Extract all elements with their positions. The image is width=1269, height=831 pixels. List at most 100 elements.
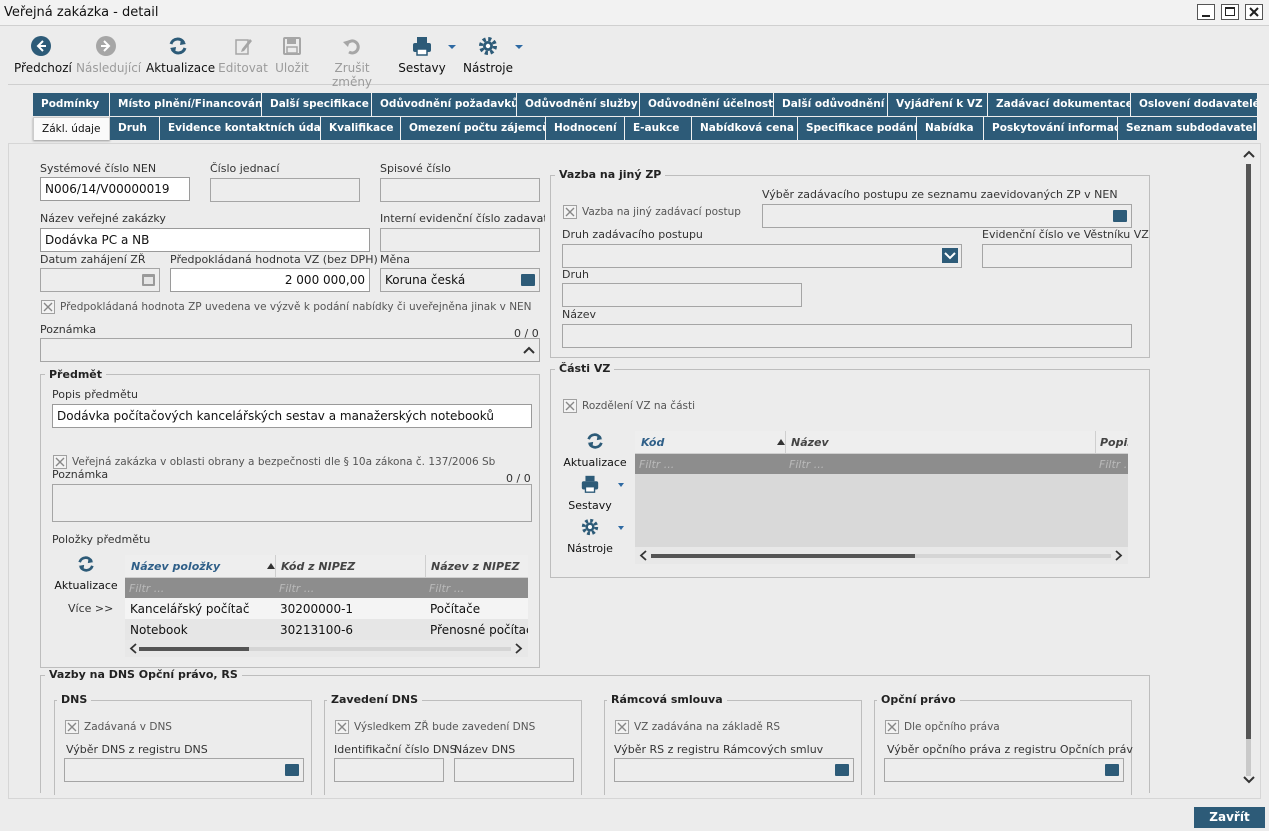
previous-button[interactable]: Předchozí — [14, 35, 72, 75]
tab-vyjadreni-k-vz[interactable]: Vyjádření k VZ — [888, 93, 988, 116]
calendar-icon[interactable] — [142, 274, 155, 286]
column-header-code[interactable]: Kód — [641, 436, 664, 449]
tab-druh[interactable]: Druh — [110, 117, 160, 140]
horizontal-scrollbar[interactable] — [125, 640, 528, 657]
scroll-up-icon[interactable] — [1243, 149, 1255, 159]
tools-dropdown-icon[interactable] — [515, 45, 523, 49]
column-header-name[interactable]: Název — [791, 436, 829, 449]
dns-checkbox[interactable] — [65, 720, 79, 734]
dns-intro-checkbox[interactable] — [335, 720, 349, 734]
reports-dropdown-icon[interactable] — [448, 45, 456, 49]
tab-oduvodneni-sluzby[interactable]: Odůvodnění služby — [517, 93, 640, 116]
note-field[interactable] — [40, 338, 540, 362]
parts-refresh-button[interactable]: Aktualizace — [562, 431, 628, 469]
reports-button[interactable]: Sestavy — [398, 35, 446, 75]
subject-description-field[interactable]: Dodávka počítačových kancelářských sesta… — [52, 404, 532, 428]
minimize-button[interactable] — [1197, 4, 1215, 20]
maximize-button[interactable] — [1221, 4, 1239, 20]
tab-osloveni-dodavatele[interactable]: Oslovení dodavatelé — [1131, 93, 1258, 116]
tab-hodnoceni[interactable]: Hodnocení — [546, 117, 625, 140]
scroll-left-icon[interactable] — [129, 643, 137, 654]
framework-checkbox[interactable] — [615, 720, 629, 734]
vertical-scrollbar[interactable] — [1241, 147, 1257, 790]
column-header-item-name[interactable]: Název položky — [131, 560, 220, 573]
option-select-field[interactable] — [884, 758, 1124, 782]
filter-nipez-name[interactable]: Filtr ... — [429, 582, 464, 595]
tab-omezeni-poctu-zajemcu[interactable]: Omezení počtu zájemců — [401, 117, 546, 140]
tab-poskytovani-informaci[interactable]: Poskytování informací — [984, 117, 1118, 140]
journal-number-field[interactable] — [982, 244, 1132, 268]
list-picker-icon[interactable] — [835, 764, 849, 776]
defense-checkbox[interactable] — [53, 455, 67, 469]
scroll-left-icon[interactable] — [639, 550, 647, 561]
list-picker-icon[interactable] — [521, 274, 535, 286]
tab-misto-plneni[interactable]: Místo plnění/Financování — [110, 93, 262, 116]
tab-nabidkova-cena[interactable]: Nabídková cena — [692, 117, 798, 140]
tab-dalsi-oduvodneni[interactable]: Další odůvodnění — [774, 93, 888, 116]
currency-field[interactable]: Koruna česká — [380, 268, 540, 292]
link-select-field[interactable] — [762, 204, 1132, 228]
next-button[interactable]: Následující — [76, 35, 141, 75]
parts-reports-dropdown-icon[interactable] — [618, 483, 624, 487]
system-number-field[interactable]: N006/14/V00000019 — [40, 177, 190, 201]
tab-oduvodneni-pozadavku[interactable]: Odůvodnění požadavků — [372, 93, 517, 116]
option-checkbox[interactable] — [885, 720, 899, 734]
column-header-nipez-name[interactable]: Název z NIPEZ — [431, 560, 520, 573]
tab-evidence-kontaktnich-udaju[interactable]: Evidence kontaktních údajů — [160, 117, 321, 140]
link-type-field[interactable] — [562, 283, 802, 307]
link-name-field[interactable] — [562, 324, 1132, 348]
dns-select-field[interactable] — [64, 758, 304, 782]
procedure-kind-select[interactable] — [562, 244, 962, 268]
parts-checkbox[interactable] — [563, 399, 577, 413]
list-picker-icon[interactable] — [1105, 764, 1119, 776]
chevron-down-icon[interactable] — [942, 248, 958, 263]
estimated-value-field[interactable]: 2 000 000,00 — [170, 268, 370, 292]
tab-dalsi-specifikace[interactable]: Další specifikace — [262, 93, 372, 116]
items-refresh-button[interactable]: Aktualizace — [52, 554, 120, 592]
filter-nipez-code[interactable]: Filtr ... — [279, 582, 314, 595]
list-picker-icon[interactable] — [285, 764, 299, 776]
link-checkbox[interactable] — [563, 205, 577, 219]
tab-e-aukce[interactable]: E-aukce — [625, 117, 692, 140]
tab-kvalifikace[interactable]: Kvalifikace — [321, 117, 401, 140]
close-window-button[interactable] — [1245, 4, 1263, 20]
tab-seznam-subdodavatelu[interactable]: Seznam subdodavatelů — [1118, 117, 1258, 140]
filter-description[interactable]: Filtr ... — [1099, 458, 1128, 471]
internal-number-field[interactable] — [380, 228, 540, 252]
tab-oduvodneni-ucelnosti[interactable]: Odůvodnění účelnosti — [640, 93, 774, 116]
table-row[interactable]: Kancelářský počítač 30200000-1 Počítače — [125, 598, 528, 619]
tab-podminky[interactable]: Podmínky — [33, 93, 110, 116]
parts-reports-button[interactable]: Sestavy — [566, 474, 614, 512]
column-header-description[interactable]: Popis — [1100, 436, 1128, 449]
parts-tools-dropdown-icon[interactable] — [618, 526, 624, 530]
scrollbar-thumb[interactable] — [651, 554, 915, 558]
chevron-up-icon[interactable] — [523, 345, 535, 355]
file-number-field[interactable] — [380, 178, 540, 202]
filter-name[interactable]: Filtr ... — [789, 458, 824, 471]
save-button[interactable]: Uložit — [274, 35, 310, 75]
reference-number-field[interactable] — [210, 178, 360, 202]
tools-button[interactable]: Nástroje — [462, 35, 514, 75]
scroll-right-icon[interactable] — [1115, 550, 1123, 561]
refresh-button[interactable]: Aktualizace — [146, 35, 215, 75]
column-header-nipez-code[interactable]: Kód z NIPEZ — [281, 560, 355, 573]
dns-name-field[interactable] — [454, 758, 574, 782]
tab-specifikace-podani[interactable]: Specifikace podání — [798, 117, 917, 140]
filter-code[interactable]: Filtr ... — [639, 458, 674, 471]
tab-zadavaci-dokumentace[interactable]: Zadávací dokumentace — [988, 93, 1131, 116]
more-link[interactable]: Více >> — [68, 602, 113, 615]
parts-tools-button[interactable]: Nástroje — [566, 517, 614, 555]
scrollbar-thumb[interactable] — [139, 647, 249, 651]
close-button[interactable]: Zavřít — [1194, 807, 1265, 828]
scroll-down-icon[interactable] — [1243, 775, 1255, 785]
framework-select-field[interactable] — [614, 758, 854, 782]
filter-item-name[interactable]: Filtr ... — [129, 582, 164, 595]
sort-asc-icon[interactable] — [777, 439, 785, 445]
list-picker-icon[interactable] — [1113, 210, 1127, 222]
tab-zakl-udaje[interactable]: Zákl. údaje — [33, 117, 110, 140]
dns-id-field[interactable] — [334, 758, 444, 782]
table-row[interactable]: Notebook 30213100-6 Přenosné počítače — [125, 619, 528, 640]
edit-button[interactable]: Editovat — [218, 35, 268, 75]
published-value-checkbox[interactable] — [41, 300, 55, 314]
tab-nabidka[interactable]: Nabídka — [917, 117, 984, 140]
